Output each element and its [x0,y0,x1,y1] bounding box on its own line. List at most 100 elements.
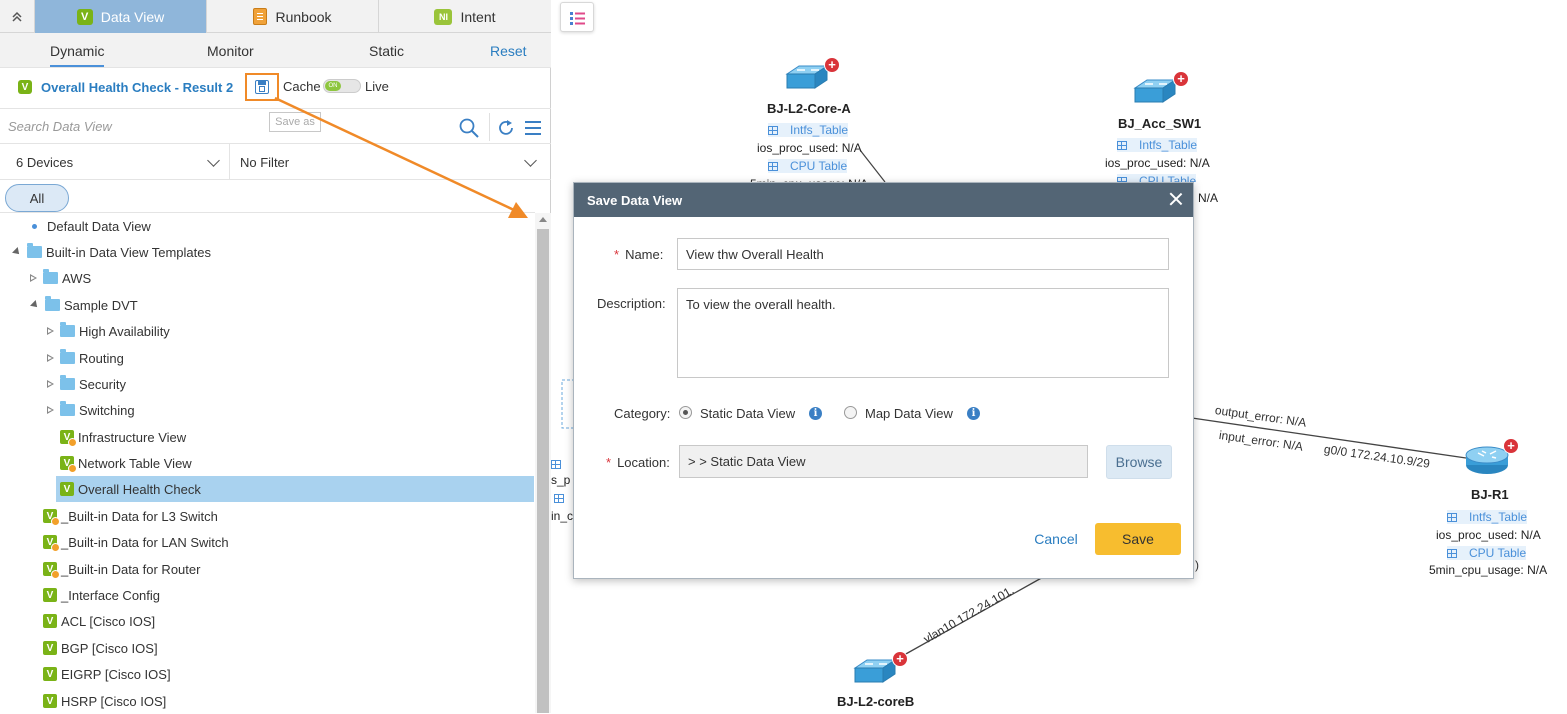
filter-dropdown-value: No Filter [240,154,290,170]
data-view-icon: V [43,509,60,526]
table-link-label: CPU Table [790,159,848,173]
device-metric: ios_proc_used: N/A [757,141,862,155]
tree-item[interactable]: V _Built-in Data for Router [0,556,200,582]
tree-item[interactable]: AWS [0,265,91,291]
expand-arrow-icon[interactable] [12,247,22,257]
data-view-table-link[interactable]: CPU Table [1117,174,1197,182]
devices-dropdown[interactable]: 6 Devices [0,144,230,180]
tab-static[interactable]: Static [369,43,404,59]
all-filter-chip[interactable]: All [5,184,69,212]
refresh-icon[interactable] [497,119,515,137]
add-badge-icon[interactable]: + [1173,71,1189,87]
tab-data-view-label: Data View [100,8,165,25]
data-view-icon: V [60,456,77,473]
radio-static-data-view[interactable] [679,406,692,419]
save-button[interactable]: Save [1095,523,1181,555]
chevron-down-icon [524,154,537,167]
tree-item[interactable]: V HSRP [Cisco IOS] [0,688,166,714]
tree-item[interactable]: V ACL [Cisco IOS] [0,608,155,634]
data-view-table-link[interactable]: Intfs_Table [1117,138,1198,152]
search-icon[interactable] [459,118,479,138]
tree-item[interactable]: V Infrastructure View [0,424,186,450]
tab-intent[interactable]: NI Intent [379,0,551,33]
tree-item[interactable]: Switching [0,397,135,423]
tree-item[interactable]: V _Built-in Data for LAN Switch [0,529,229,555]
search-input[interactable] [6,113,446,139]
expand-arrow-icon[interactable] [30,300,40,310]
menu-icon[interactable] [525,121,541,135]
tab-data-view[interactable]: V Data View [35,0,207,33]
tab-intent-label: Intent [460,8,496,25]
tree-item[interactable]: V _Built-in Data for L3 Switch [0,503,218,529]
map-view-list-button[interactable] [560,2,594,32]
data-view-table-link[interactable]: CPU Table [768,159,848,173]
name-field[interactable]: View thw Overall Health [677,238,1169,270]
tree-item[interactable]: V _Interface Config [0,582,160,608]
device-label[interactable]: BJ-L2-Core-A [767,101,851,116]
tree-item-label: Switching [79,402,135,418]
save-as-button[interactable] [245,73,279,101]
device-label[interactable]: BJ_Acc_SW1 [1118,116,1201,131]
cache-live-toggle[interactable]: ON [323,79,361,93]
description-label: Description: [597,296,666,311]
device-metric: ios_proc_used: N/A [1436,528,1541,542]
tree-scrollbar[interactable] [535,213,551,713]
data-view-table-link[interactable]: Intfs_Table [768,123,849,137]
filter-dropdown[interactable]: No Filter [231,144,551,180]
switch-icon[interactable] [783,62,829,94]
tree-item[interactable]: V BGP [Cisco IOS] [0,635,158,661]
chevron-down-icon [207,154,220,167]
collapse-arrow-icon[interactable] [47,353,54,363]
radio-map-data-view[interactable] [844,406,857,419]
info-icon[interactable]: i [809,407,822,420]
switch-icon[interactable] [1131,76,1177,108]
tree-item[interactable]: High Availability [0,318,170,344]
data-view-table-link[interactable]: CPU Table [1447,546,1527,560]
info-icon[interactable]: i [967,407,980,420]
folder-icon [27,243,42,258]
collapse-arrow-icon[interactable] [47,326,54,336]
description-field[interactable]: To view the overall health. [677,288,1169,378]
radio-map-label[interactable]: Map Data View [865,406,953,421]
tree-item[interactable]: V Network Table View [0,450,192,476]
data-view-icon: V [43,588,57,602]
table-link-label: CPU Table [1139,174,1197,182]
table-icon [768,162,778,172]
device-label[interactable]: BJ-R1 [1471,487,1509,502]
cancel-button[interactable]: Cancel [1026,523,1086,555]
device-label[interactable]: BJ-L2-coreB [837,694,914,709]
reset-link[interactable]: Reset [490,43,527,59]
tree-item-selected[interactable]: V Overall Health Check [56,476,534,502]
add-badge-icon[interactable]: + [1503,438,1519,454]
collapse-arrow-icon[interactable] [47,379,54,389]
scroll-up-arrow-icon[interactable] [539,217,547,222]
scroll-thumb[interactable] [537,229,549,713]
save-icon [255,80,269,94]
tree-item[interactable]: V EIGRP [Cisco IOS] [0,661,171,687]
add-badge-icon[interactable]: + [824,57,840,73]
tab-monitor[interactable]: Monitor [207,43,254,59]
data-view-table-link[interactable]: Intfs_Table [1447,510,1528,524]
devices-dropdown-value: 6 Devices [16,154,74,170]
browse-button[interactable]: Browse [1106,445,1172,479]
collapse-panel-button[interactable] [0,0,35,33]
tab-dynamic[interactable]: Dynamic [50,43,105,67]
tree-item-label: AWS [62,270,92,286]
current-view-title[interactable]: Overall Health Check - Result 2 [41,80,233,95]
toggle-knob: ON [325,81,341,91]
data-view-icon: V [43,641,57,655]
tab-runbook[interactable]: Runbook [207,0,379,33]
collapse-arrow-icon[interactable] [30,273,37,283]
collapse-arrow-icon[interactable] [47,405,54,415]
tree-item[interactable]: Sample DVT [0,292,138,318]
tree-item-label: Overall Health Check [78,481,201,497]
tree-item[interactable]: Default Data View [0,213,151,239]
tree-item[interactable]: Security [0,371,126,397]
switch-icon[interactable] [851,656,897,688]
radio-static-label[interactable]: Static Data View [700,406,795,421]
tree-item[interactable]: Routing [0,345,124,371]
folder-icon [60,322,75,337]
add-badge-icon[interactable]: + [892,651,908,667]
close-icon[interactable] [1168,191,1184,207]
tree-item[interactable]: Built-in Data View Templates [0,239,211,265]
